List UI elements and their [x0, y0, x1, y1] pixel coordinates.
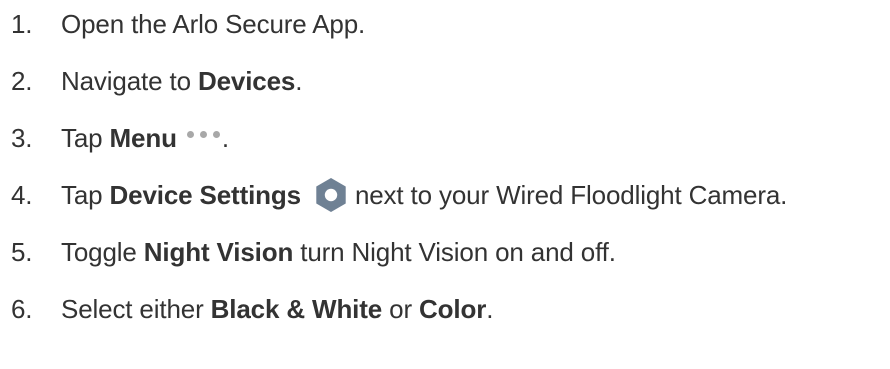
step-text: Tap [61, 180, 110, 210]
step-bold-term-black-white: Black & White [210, 294, 383, 324]
step-5: 5. Toggle Night Vision turn Night Vision… [11, 232, 616, 272]
step-number: 1. [11, 9, 33, 39]
dot [186, 130, 194, 138]
step-2: 2. Navigate to Devices . [11, 61, 302, 101]
instruction-steps: 1. Open the Arlo Secure App. 2. Navigate… [0, 0, 890, 369]
dot [212, 130, 220, 138]
step-text-end: turn Night Vision on and off. [293, 237, 616, 267]
step-number: 4. [11, 180, 33, 210]
step-text-middle: or [382, 294, 420, 324]
step-text: Navigate to [61, 66, 198, 96]
step-1: 1. Open the Arlo Secure App. [11, 4, 365, 44]
gear-icon [313, 177, 349, 213]
step-text: Toggle [61, 237, 144, 267]
step-bold-term-menu: Menu [109, 123, 177, 153]
step-text: Tap [61, 123, 110, 153]
step-text: Select either [61, 294, 211, 324]
step-number: 3. [11, 123, 33, 153]
step-number: 2. [11, 66, 33, 96]
step-6: 6. Select either Black & White or Color … [11, 289, 493, 329]
step-3: 3. Tap Menu . [11, 118, 229, 158]
step-text-end: . [221, 123, 229, 153]
dot [199, 130, 207, 138]
step-bold-term-night-vision: Night Vision [143, 237, 294, 267]
step-number: 5. [11, 237, 33, 267]
step-text: Open the Arlo Secure App. [61, 9, 366, 39]
step-text-end: . [486, 294, 494, 324]
ellipsis-icon [186, 114, 220, 154]
step-bold-term-devices: Devices [197, 66, 296, 96]
step-text-end: next to your Wired Floodlight Camera. [354, 180, 788, 210]
step-bold-term-color: Color [419, 294, 487, 324]
step-number: 6. [11, 294, 33, 324]
step-text-end: . [295, 66, 303, 96]
step-4: 4. Tap Device Settings next to your Wire… [11, 175, 787, 215]
step-bold-term-device-settings: Device Settings [109, 180, 302, 210]
